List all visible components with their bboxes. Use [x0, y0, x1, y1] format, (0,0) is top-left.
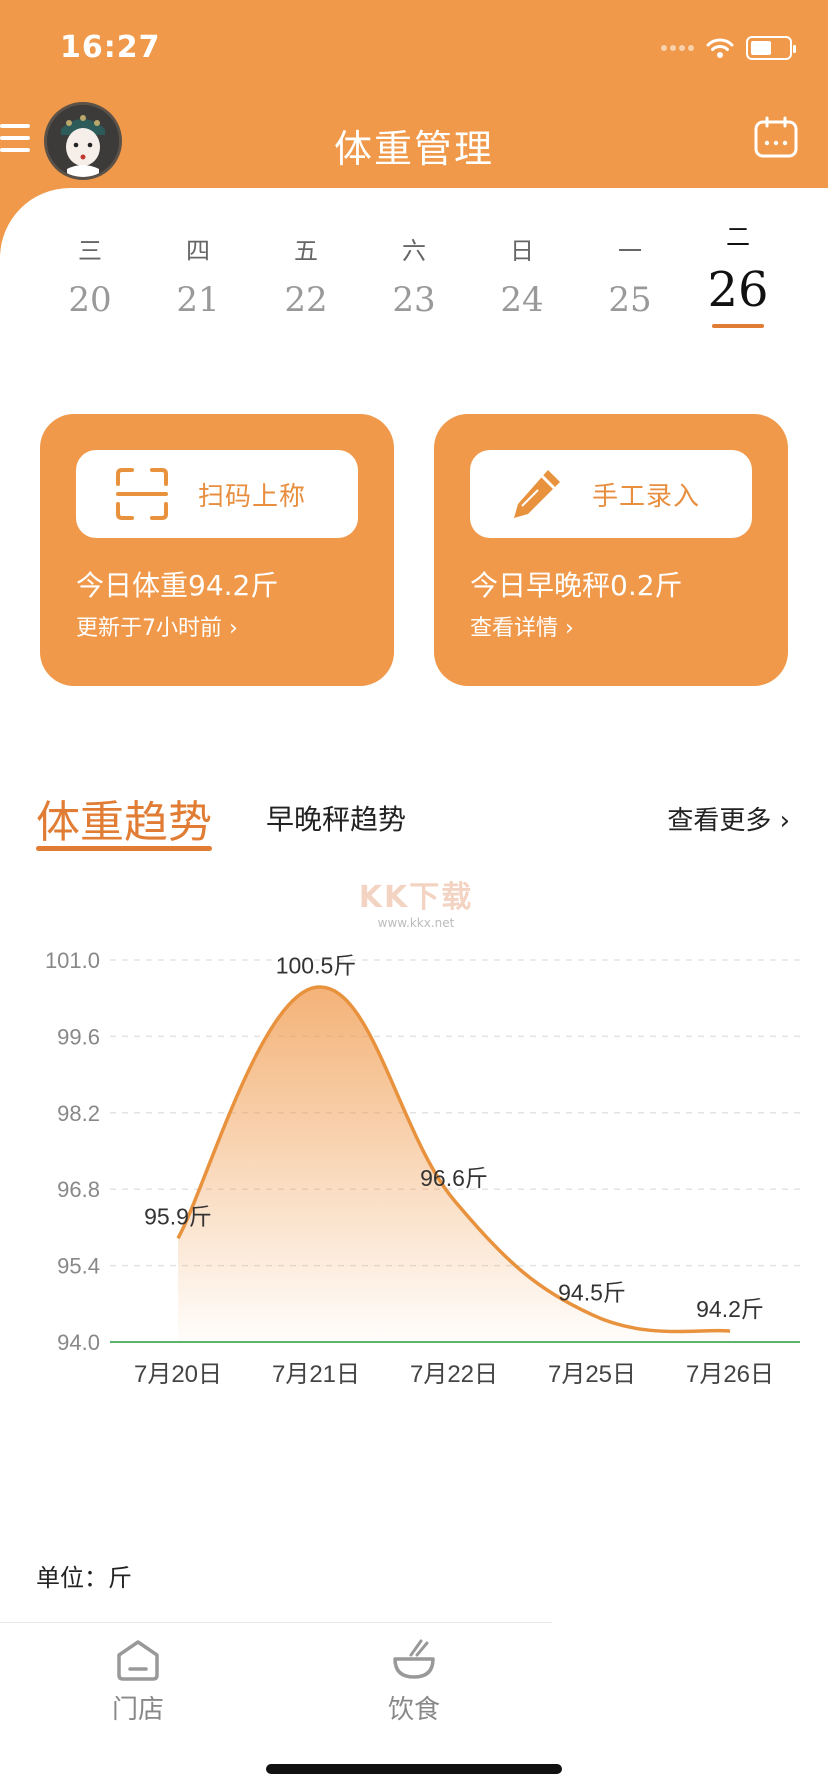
watermark-logo: KK下载 — [358, 880, 474, 915]
today-morning-evening-diff: 今日早晚秤0.2斤 — [470, 569, 683, 602]
nav-label: 门店 — [111, 1695, 164, 1725]
active-tab-underline — [36, 846, 212, 851]
store-icon — [117, 1640, 159, 1681]
manual-entry-label: 手工录入 — [592, 481, 701, 512]
watermark: KK下载 www.kkx.net — [356, 872, 476, 930]
signal-icon — [661, 45, 694, 51]
weekday-label: 二 — [726, 223, 750, 251]
update-time-link[interactable]: 更新于7小时前 › — [76, 610, 238, 642]
today-weight: 今日体重94.2斤 — [76, 569, 279, 602]
x-tick-label: 7月22日 — [410, 1361, 498, 1388]
nav-item-store[interactable]: 门店 — [78, 1639, 198, 1726]
scan-scale-label: 扫码上称 — [198, 481, 307, 512]
battery-icon — [746, 36, 796, 60]
nav-item-food[interactable]: 饮食 — [354, 1639, 474, 1726]
bowl-icon — [393, 1639, 435, 1679]
y-tick-label: 101.0 — [45, 948, 100, 973]
day-item-selected[interactable]: 二 26 — [684, 223, 792, 328]
scan-icon — [116, 468, 168, 520]
data-label: 94.5斤 — [558, 1280, 626, 1306]
manual-card[interactable]: 手工录入 今日早晚秤0.2斤 查看详情 › — [434, 414, 788, 686]
view-details-link[interactable]: 查看详情 › — [470, 610, 574, 642]
x-tick-label: 7月21日 — [272, 1361, 360, 1388]
day-item[interactable]: 三 20 — [36, 236, 144, 328]
y-tick-label: 95.4 — [57, 1254, 100, 1279]
day-item[interactable]: 五 22 — [252, 236, 360, 328]
date-label: 21 — [176, 280, 220, 320]
scan-scale-button[interactable]: 扫码上称 — [76, 450, 358, 538]
watermark-url: www.kkx.net — [377, 916, 455, 930]
calendar-icon[interactable] — [754, 116, 798, 158]
tab-morning-evening-trend[interactable]: 早晚秤趋势 — [266, 798, 406, 838]
date-label: 22 — [284, 280, 328, 320]
data-label: 100.5斤 — [276, 952, 357, 978]
data-label: 95.9斤 — [144, 1203, 212, 1229]
date-label: 26 — [707, 262, 769, 318]
date-label: 25 — [608, 280, 652, 320]
weekday-label: 日 — [510, 237, 534, 265]
day-item[interactable]: 六 23 — [360, 236, 468, 328]
data-label: 94.2斤 — [696, 1296, 764, 1322]
wifi-icon — [706, 38, 734, 58]
manual-entry-button[interactable]: 手工录入 — [470, 450, 752, 538]
status-time: 16:27 — [60, 30, 161, 65]
nav-label: 饮食 — [387, 1695, 440, 1725]
weekday-label: 一 — [618, 237, 642, 265]
home-indicator — [266, 1764, 562, 1774]
status-icons — [661, 36, 796, 60]
date-label: 20 — [68, 280, 112, 320]
y-tick-label: 94.0 — [57, 1330, 100, 1355]
see-more-link[interactable]: 查看更多 › — [667, 800, 790, 837]
selected-day-underline — [712, 324, 764, 328]
weekday-label: 三 — [78, 237, 102, 265]
week-strip: 三 20 四 21 五 22 六 23 日 24 一 25 二 26 — [36, 223, 792, 328]
tab-weight-trend[interactable]: 体重趋势 — [36, 786, 212, 850]
day-item[interactable]: 日 24 — [468, 236, 576, 328]
weekday-label: 五 — [294, 237, 318, 265]
y-tick-label: 96.8 — [57, 1177, 100, 1202]
day-item[interactable]: 四 21 — [144, 236, 252, 328]
day-item[interactable]: 一 25 — [576, 236, 684, 328]
x-tick-label: 7月20日 — [134, 1361, 222, 1388]
y-tick-label: 98.2 — [57, 1101, 100, 1126]
date-label: 23 — [392, 280, 436, 320]
pencil-icon — [514, 470, 560, 518]
weight-trend-chart: 94.0 95.4 96.8 98.2 99.6 101.0 95.9斤 100.5斤 96.… — [45, 948, 800, 1388]
y-tick-label: 99.6 — [57, 1024, 100, 1049]
weekday-label: 六 — [402, 237, 426, 265]
scan-card[interactable]: 扫码上称 今日体重94.2斤 更新于7小时前 › — [40, 414, 394, 686]
unit-label: 单位：斤 — [36, 1564, 132, 1592]
page-title: 体重管理 — [333, 127, 494, 171]
x-tick-label: 7月26日 — [686, 1361, 774, 1388]
data-label: 96.6斤 — [420, 1165, 488, 1191]
x-tick-label: 7月25日 — [548, 1361, 636, 1388]
weekday-label: 四 — [186, 237, 210, 265]
date-label: 24 — [500, 280, 544, 320]
